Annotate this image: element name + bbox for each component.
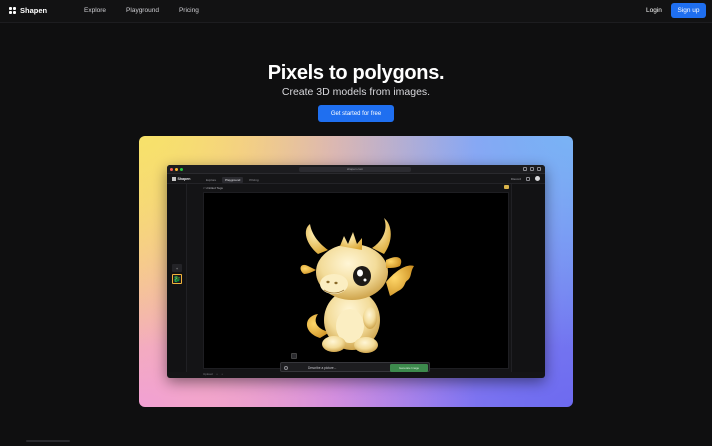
login-link[interactable]: Login xyxy=(646,7,662,14)
preview-discord-link: Discord xyxy=(510,176,521,181)
preview-bottom-bar: Upload • • xyxy=(203,372,223,376)
preview-add-icon: + xyxy=(172,264,182,272)
get-started-button[interactable]: Get started for free xyxy=(318,105,394,122)
nav-link-pricing[interactable]: Pricing xyxy=(179,7,199,14)
hero-title: Pixels to polygons. xyxy=(267,62,445,84)
preview-nav: Shapen Explore Playground Pricing Discor… xyxy=(167,174,545,184)
close-dot-icon xyxy=(170,168,173,171)
minimize-dot-icon xyxy=(175,168,178,171)
preview-left-rail: + 🐉 xyxy=(167,184,187,372)
preview-avatar xyxy=(535,176,540,181)
preview-tab-explore: Explore xyxy=(206,177,217,182)
preview-right-rail xyxy=(511,184,545,372)
preview-image-upload-icon xyxy=(291,353,297,359)
preview-bottom-dot: • xyxy=(221,372,223,376)
preview-tabs: Explore Playground Pricing xyxy=(203,176,262,183)
preview-tab-pricing: Pricing xyxy=(249,177,259,182)
preview-generate-button: Generate Image xyxy=(390,363,428,372)
preview-breadcrumb: < Untitled Tags xyxy=(203,186,223,190)
preview-prompt-icon xyxy=(284,365,288,370)
url-text: shapen.com xyxy=(346,167,364,172)
preview-bottom-dot: • xyxy=(216,372,218,376)
nav-link-explore[interactable]: Explore xyxy=(84,7,106,14)
brand[interactable]: Shapen xyxy=(9,6,47,15)
new-tab-icon xyxy=(530,167,534,171)
shapen-logo-icon xyxy=(9,7,16,14)
nav-link-playground[interactable]: Playground xyxy=(126,7,159,14)
preview-nav-right: Discord xyxy=(511,176,540,181)
browser-toolbar-icons xyxy=(523,167,541,171)
signup-button[interactable]: Sign up xyxy=(671,3,706,18)
preview-prompt-bar: Describe a picture... Generate Image xyxy=(280,362,430,372)
preview-brand-name: Shapen xyxy=(177,177,191,181)
bottom-scroll-hint xyxy=(26,440,70,442)
preview-tab-playground: Playground xyxy=(222,176,244,183)
preview-settings-icon xyxy=(526,176,530,181)
preview-credits-icon xyxy=(504,185,509,189)
tabs-icon xyxy=(537,167,541,171)
top-nav: Shapen Explore Playground Pricing Login … xyxy=(0,0,712,23)
brand-name: Shapen xyxy=(20,6,48,15)
url-bar: shapen.com xyxy=(299,166,411,172)
dragon-3d-model-image xyxy=(300,218,414,353)
maximize-dot-icon xyxy=(180,168,183,171)
preview-brand: Shapen xyxy=(172,177,190,181)
preview-thumbnail: 🐉 xyxy=(172,274,182,284)
nav-links: Explore Playground Pricing xyxy=(84,7,199,14)
preview-prompt-placeholder: Describe a picture... xyxy=(308,365,337,370)
preview-logo-icon xyxy=(172,177,176,181)
hero-subtitle: Create 3D models from images. xyxy=(281,86,431,98)
share-icon xyxy=(523,167,527,171)
preview-upload-label: Upload xyxy=(203,372,213,376)
browser-chrome: shapen.com xyxy=(167,165,545,174)
